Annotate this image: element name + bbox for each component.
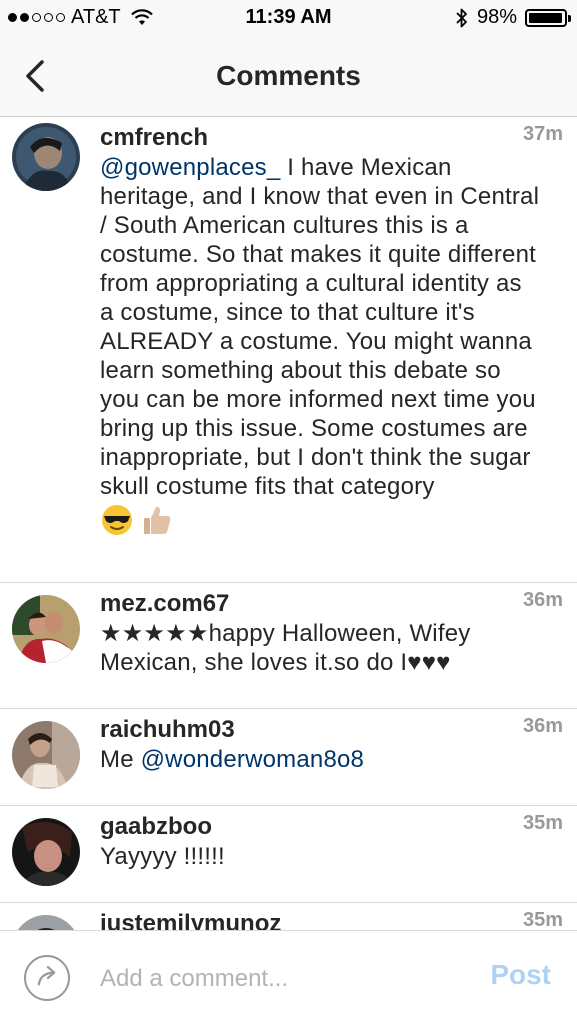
comment-item: 35m gaabzboo Yayyyy !!!!!!	[0, 806, 577, 903]
comment-input[interactable]	[100, 961, 470, 997]
comment-item: 36m mez.com67 ★★★★★happy Halloween, Wife…	[0, 583, 577, 709]
battery-icon	[525, 8, 571, 27]
comment-timestamp: 37m	[522, 123, 563, 145]
comment-body: Yayyyy !!!!!!	[100, 843, 225, 870]
comment-item: 36m raichuhm03 Me @wonderwoman8o8	[0, 709, 577, 806]
comment-timestamp: 36m	[522, 715, 563, 737]
comment-body: Me	[100, 746, 141, 773]
post-button[interactable]: Post	[490, 959, 551, 991]
avatar[interactable]	[12, 123, 80, 191]
comment-body: ★★★★★happy Halloween, Wifey Mexican, she…	[100, 620, 471, 676]
comment-username[interactable]: justemilymunoz	[100, 909, 541, 930]
emoji-row	[100, 503, 541, 537]
mention-link[interactable]: @wonderwoman8o8	[141, 746, 365, 773]
comment-username[interactable]: mez.com67	[100, 589, 541, 619]
comment-timestamp: 36m	[522, 589, 563, 611]
nav-bar: Comments	[0, 38, 577, 117]
status-bar: AT&T 11:39 AM 98%	[0, 0, 577, 38]
comment-timestamp: 35m	[522, 909, 563, 930]
comment-body: I have Mexican heritage, and I know that…	[100, 154, 540, 500]
battery-level	[529, 12, 562, 23]
comment-item: 37m cmfrench @gowenplaces_ I have Mexica…	[0, 117, 577, 583]
status-right: 98%	[455, 6, 571, 29]
comment-username[interactable]: gaabzboo	[100, 812, 541, 842]
comment-text: @gowenplaces_ I have Mexican heritage, a…	[100, 153, 541, 501]
thumbs-up-icon	[144, 506, 171, 534]
reply-arrow-icon[interactable]	[24, 955, 70, 1001]
comment-timestamp: 35m	[522, 812, 563, 834]
avatar[interactable]	[12, 595, 80, 663]
bluetooth-icon	[456, 8, 467, 27]
battery-percent: 98%	[476, 6, 517, 28]
comment-username[interactable]: raichuhm03	[100, 715, 541, 745]
avatar[interactable]	[12, 721, 80, 789]
avatar[interactable]	[12, 818, 80, 886]
comment-text: Me @wonderwoman8o8	[100, 745, 541, 774]
comment-list[interactable]: 37m cmfrench @gowenplaces_ I have Mexica…	[0, 117, 577, 930]
comment-username[interactable]: cmfrench	[100, 123, 541, 153]
comment-composer: Post	[0, 930, 577, 1025]
avatar[interactable]	[12, 915, 80, 930]
comment-item: 35m justemilymunoz	[0, 903, 577, 930]
mention-link[interactable]: @gowenplaces_	[100, 154, 280, 181]
page-title: Comments	[216, 60, 361, 91]
sunglasses-emoji-icon	[102, 505, 132, 535]
